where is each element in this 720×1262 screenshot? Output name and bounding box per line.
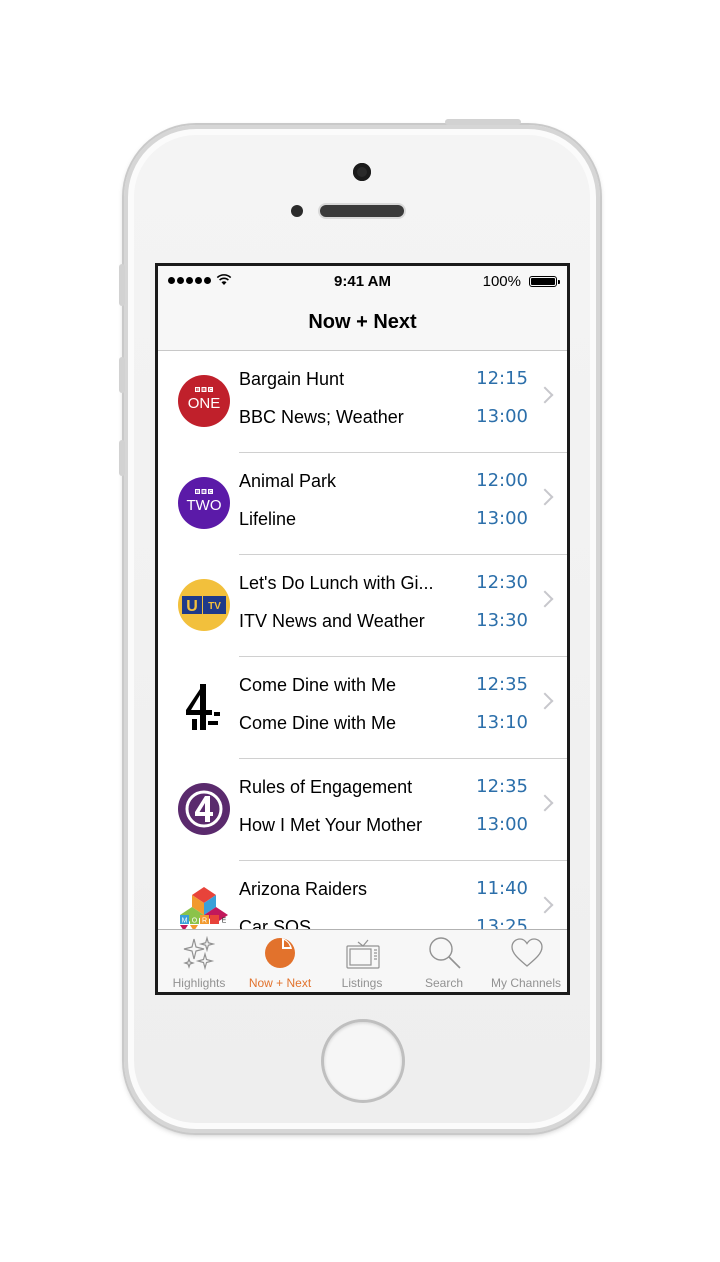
next-programme-time: 13:00	[476, 508, 528, 529]
channel-list[interactable]: B B C ONE Bargain Hunt 12:15 BBC News; W…	[158, 351, 567, 929]
next-programme-title: Car SOS	[239, 917, 312, 929]
page-title: Now + Next	[308, 311, 417, 333]
now-programme-time: 12:30	[476, 572, 528, 593]
proximity-sensor	[291, 205, 303, 217]
now-programme-title: Animal Park	[239, 471, 337, 491]
svg-text:E: E	[222, 918, 227, 925]
next-programme-time: 13:30	[476, 610, 528, 631]
channel-row-bbc-two[interactable]: B B C TWO Animal Park 12:00 Lifeline 13:…	[158, 453, 567, 555]
channel-row-channel-4[interactable]: Come Dine with Me 12:35 Come Dine with M…	[158, 657, 567, 759]
svg-text:O: O	[192, 918, 198, 925]
tab-label: Search	[424, 976, 464, 990]
now-programme-time: 12:35	[476, 674, 528, 695]
channel-4-logo	[178, 681, 230, 733]
channel-row-utv[interactable]: U TV Let's Do Lunch with Gi... 12:30 ITV…	[158, 555, 567, 657]
more4-logo: M O R E	[178, 885, 230, 929]
next-programme-title: ITV News and Weather	[239, 611, 425, 631]
tab-highlights[interactable]: Highlights	[158, 930, 240, 992]
next-programme-time: 13:10	[476, 712, 528, 733]
chevron-right-icon	[536, 794, 554, 812]
svg-text:TV: TV	[208, 601, 221, 612]
channel-row-more4[interactable]: M O R E Arizona Raiders 11:40 Car SOS 13…	[158, 861, 567, 929]
mute-switch	[119, 264, 125, 306]
now-programme-title: Bargain Hunt	[239, 369, 345, 389]
now-programme-time: 12:15	[476, 368, 528, 389]
channel-row-e4[interactable]: Rules of Engagement 12:35 How I Met Your…	[158, 759, 567, 861]
svg-text:R: R	[202, 918, 207, 925]
home-button[interactable]	[321, 1019, 405, 1103]
tab-my-channels[interactable]: My Channels	[485, 930, 567, 992]
pie-clock-icon	[265, 938, 295, 968]
svg-text:U: U	[186, 598, 198, 615]
chevron-right-icon	[536, 488, 554, 506]
tab-label: Listings	[341, 976, 383, 990]
chevron-right-icon	[536, 590, 554, 608]
chevron-right-icon	[536, 386, 554, 404]
utv-logo: U TV	[178, 579, 230, 631]
tab-label: Now + Next	[248, 976, 312, 990]
screen: 9:41 AM 100% Now + Next B B C ONE Bargai…	[155, 263, 570, 995]
tab-search[interactable]: Search	[403, 930, 485, 992]
battery-percent: 100%	[482, 273, 521, 290]
volume-down-button	[119, 440, 125, 476]
heart-icon	[511, 938, 543, 967]
tab-now-next[interactable]: Now + Next	[239, 930, 321, 992]
now-programme-title: Let's Do Lunch with Gi...	[239, 573, 434, 593]
tab-bar: Highlights Now + Next Listings Search My…	[158, 929, 567, 992]
status-bar: 9:41 AM 100%	[158, 266, 567, 296]
svg-text:TWO: TWO	[187, 497, 222, 514]
next-programme-time: 13:00	[476, 406, 528, 427]
svg-text:M: M	[182, 918, 188, 925]
tv-icon	[346, 939, 380, 969]
now-programme-title: Rules of Engagement	[239, 777, 413, 797]
battery-icon	[529, 276, 560, 287]
tab-label: Highlights	[172, 976, 226, 990]
chevron-right-icon	[536, 692, 554, 710]
bbc-one-logo: B B C ONE	[178, 375, 230, 427]
e4-logo	[178, 783, 230, 835]
tab-listings[interactable]: Listings	[321, 930, 403, 992]
now-programme-time: 12:00	[476, 470, 528, 491]
search-icon	[429, 937, 461, 969]
navigation-bar: Now + Next	[158, 296, 567, 351]
bbc-two-logo: B B C TWO	[178, 477, 230, 529]
svg-text:ONE: ONE	[188, 395, 221, 412]
next-programme-title: How I Met Your Mother	[239, 815, 423, 835]
tab-label: My Channels	[490, 976, 562, 990]
power-button	[445, 119, 521, 125]
chevron-right-icon	[536, 896, 554, 914]
now-programme-title: Arizona Raiders	[239, 879, 368, 899]
channel-row-bbc-one[interactable]: B B C ONE Bargain Hunt 12:15 BBC News; W…	[158, 351, 567, 453]
next-programme-title: BBC News; Weather	[239, 407, 404, 427]
next-programme-time: 13:00	[476, 814, 528, 835]
sparkles-icon	[183, 936, 215, 970]
volume-up-button	[119, 357, 125, 393]
next-programme-title: Come Dine with Me	[239, 713, 397, 733]
now-programme-title: Come Dine with Me	[239, 675, 397, 695]
now-programme-time: 12:35	[476, 776, 528, 797]
earpiece-speaker	[320, 205, 404, 217]
next-programme-time: 13:25	[476, 916, 528, 929]
next-programme-title: Lifeline	[239, 509, 297, 529]
now-programme-time: 11:40	[476, 878, 528, 899]
front-camera	[353, 163, 371, 181]
